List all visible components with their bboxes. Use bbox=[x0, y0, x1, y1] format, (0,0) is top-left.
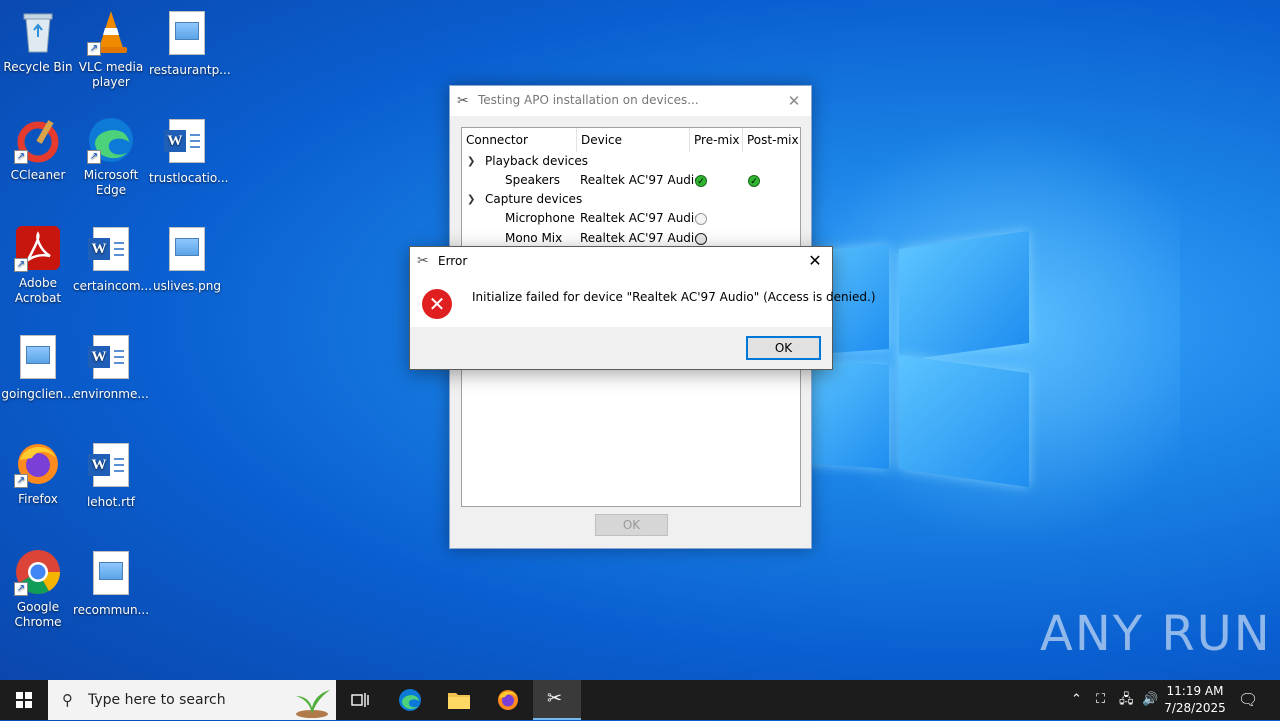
firefox-icon bbox=[498, 690, 518, 710]
image-file-icon bbox=[14, 335, 62, 383]
edge-icon bbox=[399, 689, 421, 711]
search-highlight-plant-icon bbox=[292, 682, 332, 718]
taskbar-clock[interactable]: 11:19 AM 7/28/2025 bbox=[1158, 683, 1232, 717]
row-speakers-device: Realtek AC'97 Audio bbox=[580, 173, 702, 187]
desktop-icon-trustlocatio[interactable]: W trustlocatio... bbox=[149, 116, 228, 186]
desktop-icon-google-chrome[interactable]: ↗ Google Chrome bbox=[0, 548, 76, 630]
column-header-postmix[interactable]: Post-mix bbox=[743, 128, 800, 152]
edge-icon: ↗ bbox=[87, 116, 135, 164]
error-dialog-footer: OK bbox=[410, 327, 832, 369]
desktop-icon-ccleaner[interactable]: ↗ CCleaner bbox=[0, 116, 76, 183]
clock-time: 11:19 AM bbox=[1166, 684, 1224, 698]
task-view-icon bbox=[351, 693, 369, 707]
firefox-icon: ↗ bbox=[14, 440, 62, 488]
shortcut-arrow-icon: ↗ bbox=[14, 474, 28, 488]
windows-start-icon bbox=[16, 692, 32, 708]
column-header-connector[interactable]: Connector bbox=[462, 128, 577, 152]
start-button[interactable] bbox=[0, 680, 48, 720]
search-icon: ⚲ bbox=[62, 691, 73, 709]
check-circle-icon: ✓ bbox=[695, 175, 707, 187]
windows-logo-wallpaper bbox=[803, 230, 1029, 488]
taskbar-file-explorer-button[interactable] bbox=[435, 680, 483, 720]
word-document-icon: W bbox=[87, 335, 135, 383]
ok-button[interactable]: OK bbox=[746, 336, 821, 360]
volume-icon[interactable]: 🔊 bbox=[1142, 680, 1158, 720]
error-x-icon: ✕ bbox=[422, 289, 452, 319]
desktop-icon-restaurantp[interactable]: restaurantp... bbox=[149, 8, 231, 78]
row-speakers-connector[interactable]: Speakers bbox=[505, 171, 560, 190]
shortcut-arrow-icon: ↗ bbox=[87, 42, 101, 56]
chevron-down-icon[interactable]: ❯ bbox=[467, 156, 475, 167]
search-placeholder: Type here to search bbox=[88, 692, 226, 708]
taskbar-firefox-button[interactable] bbox=[484, 680, 532, 720]
desktop-icon-firefox[interactable]: ↗ Firefox bbox=[0, 440, 76, 507]
taskbar-edge-button[interactable] bbox=[386, 680, 434, 720]
chrome-icon: ↗ bbox=[14, 548, 62, 596]
check-circle-icon: ✓ bbox=[748, 175, 760, 187]
image-file-icon bbox=[163, 227, 211, 275]
task-view-button[interactable] bbox=[336, 680, 384, 720]
image-file-icon bbox=[87, 551, 135, 599]
apo-test-titlebar[interactable]: ✂ Testing APO installation on devices...… bbox=[450, 86, 811, 116]
tools-icon: ✂ bbox=[457, 93, 469, 109]
group-playback-devices[interactable]: Playback devices bbox=[485, 152, 588, 171]
word-document-icon: W bbox=[163, 119, 211, 167]
shortcut-arrow-icon: ↗ bbox=[14, 150, 28, 164]
word-document-icon: W bbox=[87, 227, 135, 275]
pending-circle-icon bbox=[695, 213, 707, 225]
in-progress-circle-icon bbox=[695, 233, 707, 245]
tools-icon: ✂ bbox=[417, 253, 429, 269]
tray-chevron-up-icon[interactable]: ⌃ bbox=[1071, 680, 1082, 720]
desktop-icon-vlc[interactable]: ↗ VLC media player bbox=[73, 8, 149, 90]
row-microphone-connector[interactable]: Microphone bbox=[505, 209, 575, 228]
ccleaner-icon: ↗ bbox=[14, 116, 62, 164]
taskbar-search-box[interactable]: ⚲ Type here to search bbox=[48, 680, 336, 720]
vlc-cone-icon: ↗ bbox=[87, 8, 135, 56]
chevron-down-icon[interactable]: ❯ bbox=[467, 194, 475, 205]
adobe-acrobat-icon: ↗ bbox=[14, 224, 62, 272]
network-icon[interactable]: 🖧 bbox=[1119, 680, 1134, 720]
tray-device-icon[interactable]: ⛶ bbox=[1096, 680, 1105, 720]
taskbar: ⚲ Type here to search ✂ ⌃ ⛶ 🖧 🔊 11:19 AM… bbox=[0, 680, 1280, 720]
shortcut-arrow-icon: ↗ bbox=[14, 258, 28, 272]
shortcut-arrow-icon: ↗ bbox=[14, 582, 28, 596]
desktop-icon-lehot[interactable]: W lehot.rtf bbox=[73, 440, 149, 510]
window-title: Testing APO installation on devices... bbox=[478, 93, 699, 107]
desktop-icon-microsoft-edge[interactable]: ↗ Microsoft Edge bbox=[73, 116, 149, 198]
error-message: Initialize failed for device "Realtek AC… bbox=[472, 290, 876, 304]
desktop-icon-recycle-bin[interactable]: Recycle Bin bbox=[0, 8, 76, 75]
clock-date: 7/28/2025 bbox=[1164, 701, 1226, 715]
group-capture-devices[interactable]: Capture devices bbox=[485, 190, 582, 209]
ok-button-disabled: OK bbox=[595, 514, 668, 536]
tools-icon: ✂ bbox=[547, 688, 563, 709]
close-icon[interactable]: ✕ bbox=[783, 90, 805, 112]
shortcut-arrow-icon: ↗ bbox=[87, 150, 101, 164]
folder-icon bbox=[448, 693, 470, 709]
desktop-icon-certaincom[interactable]: W certaincom... bbox=[73, 224, 152, 294]
desktop-icon-environme[interactable]: W environme... bbox=[73, 332, 149, 402]
recycle-bin-icon bbox=[14, 8, 62, 56]
close-icon[interactable]: ✕ bbox=[804, 250, 826, 272]
column-header-premix[interactable]: Pre-mix bbox=[690, 128, 743, 152]
desktop-icon-recommun[interactable]: recommun... bbox=[73, 548, 149, 618]
desktop-icon-uslives[interactable]: uslives.png bbox=[149, 224, 225, 294]
error-dialog-title: Error bbox=[438, 254, 468, 268]
word-document-icon: W bbox=[87, 443, 135, 491]
notifications-icon[interactable]: 🗨 bbox=[1238, 680, 1258, 720]
anyrun-watermark: ANY RUN bbox=[1040, 606, 1272, 662]
desktop-icon-goingclien[interactable]: goingclien... bbox=[0, 332, 76, 402]
error-dialog-titlebar[interactable]: ✂ Error ✕ bbox=[410, 247, 832, 275]
taskbar-apo-tool-button[interactable]: ✂ bbox=[533, 680, 581, 720]
image-file-icon bbox=[163, 11, 211, 59]
column-header-device[interactable]: Device bbox=[577, 128, 690, 152]
error-dialog: ✂ Error ✕ ✕ Initialize failed for device… bbox=[409, 246, 876, 370]
desktop-icon-adobe-acrobat[interactable]: ↗ Adobe Acrobat bbox=[0, 224, 76, 306]
row-microphone-device: Realtek AC'97 Audio bbox=[580, 211, 702, 225]
